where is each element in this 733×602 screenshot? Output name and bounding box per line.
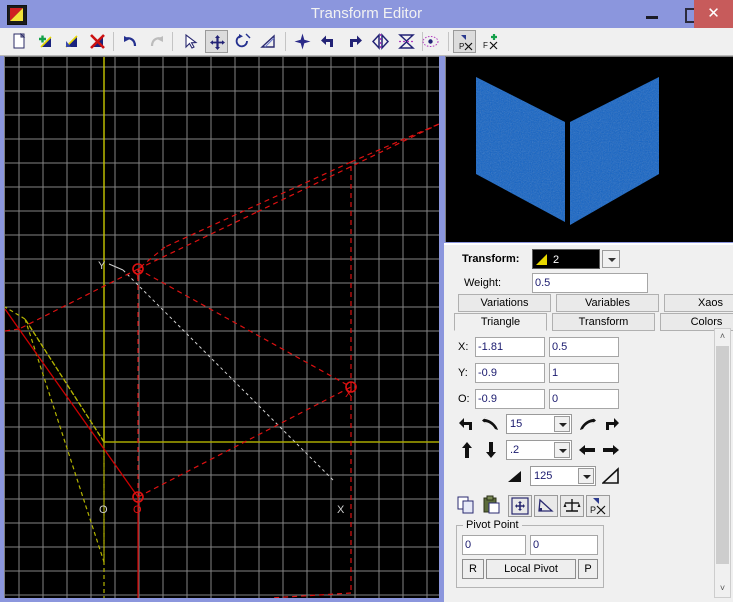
add-preview-icon[interactable]: F xyxy=(479,30,502,53)
transform-dropdown-button[interactable] xyxy=(602,250,620,268)
panel-scrollbar[interactable]: ˄ ˅ xyxy=(714,328,731,598)
flip-horizontal-icon[interactable] xyxy=(369,30,392,53)
pivot-y-field[interactable]: 0 xyxy=(530,535,598,555)
coord-y-b-field[interactable]: 1 xyxy=(549,363,619,383)
rotate-left-icon[interactable] xyxy=(317,30,340,53)
new-transform-icon[interactable] xyxy=(8,30,31,53)
rotate-right-90-button[interactable] xyxy=(602,415,624,435)
select-tool-icon[interactable] xyxy=(179,30,202,53)
undo-icon[interactable] xyxy=(119,30,142,53)
svg-text:P: P xyxy=(590,505,596,515)
rotate-amount-combo[interactable]: 15 xyxy=(506,414,572,434)
scale-amount-combo[interactable]: 125 xyxy=(530,466,596,486)
svg-text:O: O xyxy=(133,504,142,516)
pivot-pick-button[interactable]: P xyxy=(578,559,598,579)
transform-index: 2 xyxy=(553,254,560,266)
coord-o-b-field[interactable]: 0 xyxy=(549,389,619,409)
rotate-left-90-button[interactable] xyxy=(458,415,480,435)
svg-text:O: O xyxy=(99,504,108,516)
triangle-swatch-icon xyxy=(536,254,547,265)
scale-amount-value: 125 xyxy=(534,470,553,482)
move-up-button[interactable] xyxy=(458,441,480,461)
pivot-x-field[interactable]: 0 xyxy=(462,535,526,555)
move-amount-combo[interactable]: .2 xyxy=(506,440,572,460)
delete-transform-icon[interactable] xyxy=(86,30,109,53)
move-tool-icon[interactable] xyxy=(205,30,228,53)
reset-triangle-icon[interactable] xyxy=(508,495,532,517)
coord-x-label: X: xyxy=(458,341,469,353)
rotate-amount-value: 15 xyxy=(510,418,523,430)
move-amount-value: .2 xyxy=(510,444,520,456)
add-transform-icon[interactable] xyxy=(34,30,57,53)
canvas-graphics: Y Y O O X X xyxy=(5,57,439,598)
move-down-button[interactable] xyxy=(482,441,504,461)
rotate-right-icon[interactable] xyxy=(343,30,366,53)
rotate-left-button[interactable] xyxy=(482,415,504,435)
minimize-button[interactable] xyxy=(636,0,668,28)
svg-text:P: P xyxy=(459,42,464,51)
flame-preview-graphics xyxy=(446,57,733,242)
svg-text:Y: Y xyxy=(134,270,142,282)
scroll-up-icon[interactable]: ˄ xyxy=(715,329,730,345)
rotate-amount-dropdown-icon[interactable] xyxy=(554,416,570,432)
move-amount-dropdown-icon[interactable] xyxy=(554,442,570,458)
tab-variations[interactable]: Variations xyxy=(458,294,551,312)
scale-down-button[interactable] xyxy=(506,467,528,487)
main-toolbar: P F xyxy=(0,28,733,56)
svg-text:F: F xyxy=(483,41,488,50)
reset-triangle-icon[interactable] xyxy=(291,30,314,53)
coord-o-a-field[interactable]: -0.9 xyxy=(475,389,545,409)
scroll-thumb[interactable] xyxy=(716,346,729,564)
transform-editor-window: Transform Editor ✕ P F Y Y O O X X Trans… xyxy=(0,0,733,602)
preview-icon[interactable]: P xyxy=(453,30,476,53)
preview-triangle-icon[interactable]: P xyxy=(586,495,610,517)
paste-triangle-icon[interactable] xyxy=(482,495,506,517)
weight-label: Weight: xyxy=(464,277,502,289)
close-button[interactable]: ✕ xyxy=(694,0,733,28)
balance-icon[interactable] xyxy=(560,495,584,517)
transform-label: Transform: xyxy=(462,253,520,265)
weight-field[interactable]: 0.5 xyxy=(532,273,648,293)
window-title: Transform Editor xyxy=(310,5,423,22)
coord-x-b-field[interactable]: 0.5 xyxy=(549,337,619,357)
move-left-button[interactable] xyxy=(578,441,600,461)
flame-preview[interactable] xyxy=(445,56,733,242)
tab-variables[interactable]: Variables xyxy=(556,294,659,312)
svg-text:X: X xyxy=(337,504,345,516)
coord-x-a-field[interactable]: -1.81 xyxy=(475,337,545,357)
scale-up-button[interactable] xyxy=(600,467,624,487)
redo-icon[interactable] xyxy=(145,30,168,53)
copy-triangle-icon[interactable] xyxy=(456,495,480,517)
rotate-tool-icon[interactable] xyxy=(231,30,254,53)
tab-transform[interactable]: Transform xyxy=(552,313,655,331)
coord-o-label: O: xyxy=(458,393,470,405)
svg-text:X: X xyxy=(345,388,353,400)
flip-vertical-icon[interactable] xyxy=(395,30,418,53)
close-icon: ✕ xyxy=(707,5,720,22)
pivot-mode-button[interactable]: Local Pivot xyxy=(486,559,576,579)
show-all-icon[interactable] xyxy=(419,30,442,53)
rotate-right-button[interactable] xyxy=(578,415,600,435)
title-bar: Transform Editor ✕ xyxy=(0,0,733,28)
duplicate-transform-icon[interactable] xyxy=(60,30,83,53)
tab-xaos[interactable]: Xaos xyxy=(664,294,733,312)
transform-properties-panel: Transform: 2 Weight: 0.5 Variations Vari… xyxy=(444,243,733,602)
scale-tool-icon[interactable] xyxy=(257,30,280,53)
triangle-edit-canvas[interactable]: Y Y O O X X xyxy=(4,56,439,598)
move-right-button[interactable] xyxy=(602,441,624,461)
svg-text:Y: Y xyxy=(98,260,106,272)
coord-y-a-field[interactable]: -0.9 xyxy=(475,363,545,383)
scale-amount-dropdown-icon[interactable] xyxy=(578,468,594,484)
pivot-point-title: Pivot Point xyxy=(463,519,522,531)
tab-triangle[interactable]: Triangle xyxy=(454,313,547,331)
transform-selector[interactable]: 2 xyxy=(532,249,600,269)
rectangular-icon[interactable] xyxy=(534,495,558,517)
coord-y-label: Y: xyxy=(458,367,468,379)
pivot-reset-button[interactable]: R xyxy=(462,559,484,579)
scroll-down-icon[interactable]: ˅ xyxy=(715,581,730,597)
